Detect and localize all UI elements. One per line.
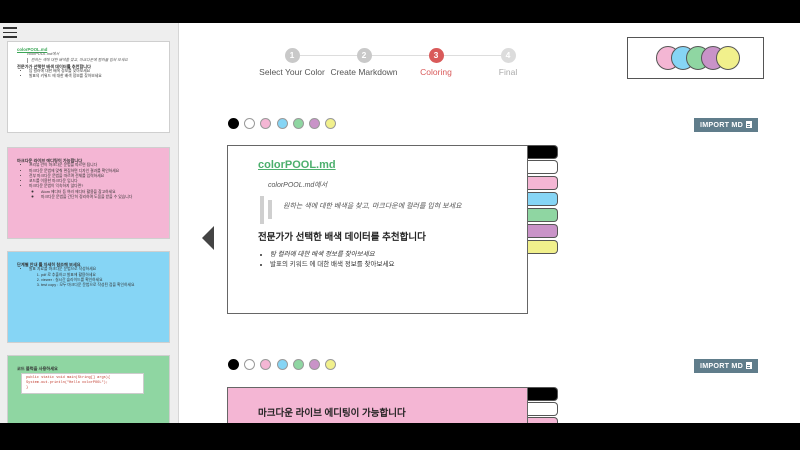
import-md-label: IMPORT MD [700,120,743,129]
thumb-quote: 원하는 색에 대한 배색을 찾고, 마크다운에 컬러를 입혀 보세요 [27,57,160,63]
color-tab-yellow[interactable] [527,240,558,254]
swatch-pink[interactable] [260,359,272,370]
swatch-purple[interactable] [308,118,320,129]
step-number: 2 [356,48,372,63]
step-number: 3 [428,48,444,63]
step-number: 4 [500,48,516,63]
thumb-sub-item: 마크다운 문법을 간단히 정리하며 도움을 받을 수 있습니다 [41,195,160,200]
slide-thumbnail-sidebar: colorPOOL.md colorPOOL.md에서 원하는 색에 대한 배색… [0,23,179,423]
swatch-white[interactable] [244,118,256,129]
swatch-yellow[interactable] [325,359,337,370]
slide-text: colorPOOL.md에서 [268,182,328,189]
slide-card-1[interactable]: colorPOOL.md colorPOOL.md에서 원하는 색에 대한 배색… [227,145,528,314]
import-md-button[interactable]: IMPORT MD [694,359,758,373]
slide-thumbnail-4[interactable]: 코드 블럭을 사용하세요 public static void main(Str… [7,355,170,423]
document-icon [745,120,752,128]
slide-heading: 전문가가 선택한 배색 데이터를 추천합니다 [258,232,426,243]
thumb-list-text: 발표 자료를 마크다운 문법으로 작성하세요 [29,267,97,272]
step-number: 1 [284,48,300,63]
progress-stepper: 1 Select Your Color 2 Create Markdown 3 … [256,48,524,98]
thumb-code-block: public static void main(String[] args){ … [21,373,144,395]
slide-thumbnail-1[interactable]: colorPOOL.md colorPOOL.md에서 원하는 색에 대한 배색… [7,41,170,133]
swatch-blue[interactable] [276,118,288,129]
color-tab-black[interactable] [527,145,558,159]
slide-bullet-list: 탐 컬러에 대한 배색 정보를 찾아보세요 발표의 키워드 에 대한 배색 정보… [270,250,527,269]
slide-blockquote: 원하는 색에 대한 배색을 찾고, 마크다운에 컬러를 입혀 보세요 [260,196,527,224]
import-md-label: IMPORT MD [700,361,743,370]
import-md-button[interactable]: IMPORT MD [694,118,758,132]
slide-thumbnail-2[interactable]: 마크다운 라이브 에디팅이 가능합니다 프리뷰 란이 마크다운 문법을 따르면 … [7,147,170,239]
swatch-purple[interactable] [308,359,320,370]
swatch-pink[interactable] [260,118,272,129]
thumb-list-item: 발표의 키워드 에 대한 배색 정보를 찾아보세요 [29,74,160,79]
swatch-green[interactable] [292,359,304,370]
color-swatch-row [228,359,341,370]
prev-slide-arrow-icon[interactable] [202,226,214,250]
hamburger-menu-icon[interactable] [3,27,17,38]
color-tab-pink[interactable] [527,417,558,423]
swatch-blue[interactable] [276,359,288,370]
slide-heading: 마크다운 라이브 에디팅이 가능합니다 [258,408,406,419]
slide-title: colorPOOL.md [258,159,336,171]
color-tab-green[interactable] [527,208,558,222]
color-tab-pink[interactable] [527,176,558,190]
slide-card-2[interactable]: 마크다운 라이브 에디팅이 가능합니다 [227,387,528,423]
slide-thumbnail-3[interactable]: 단계별 안내 를 자세히 참조해 보세요 발표 자료를 마크다운 문법으로 작성… [7,251,170,343]
thumb-list-item: 발표 자료를 마크다운 문법으로 작성하세요 pdf 로 추출하고 발표에 활용… [29,267,160,288]
app-window: colorPOOL.md colorPOOL.md에서 원하는 색에 대한 배색… [0,23,800,423]
slide-list-item: 발표의 키워드 에 대한 배색 정보를 찾아보세요 [270,260,527,270]
code-line: } [26,386,29,391]
swatch-black[interactable] [228,359,239,370]
step-final[interactable]: 4 Final [458,48,558,77]
thumb-ordered-item: test copy : 모두 마크다운 문법으로 작성된 점을 확인하세요 [41,283,160,288]
document-icon [745,361,752,369]
color-tab-purple[interactable] [527,224,558,238]
swatch-yellow[interactable] [325,118,337,129]
color-swatch-row [228,118,341,129]
swatch-green[interactable] [292,118,304,129]
color-tab-white[interactable] [527,160,558,174]
thumb-heading: 코드 블럭을 사용하세요 [17,366,58,371]
swatch-black[interactable] [228,118,239,129]
color-tab-black[interactable] [527,387,558,401]
selected-palette-preview[interactable] [627,37,764,79]
swatch-white[interactable] [244,359,256,370]
color-tab-white[interactable] [527,402,558,416]
color-tab-blue[interactable] [527,192,558,206]
step-label: Final [498,67,518,77]
palette-circle-yellow [716,46,740,70]
slide-list-item: 탐 컬러에 대한 배색 정보를 찾아보세요 [270,250,527,260]
